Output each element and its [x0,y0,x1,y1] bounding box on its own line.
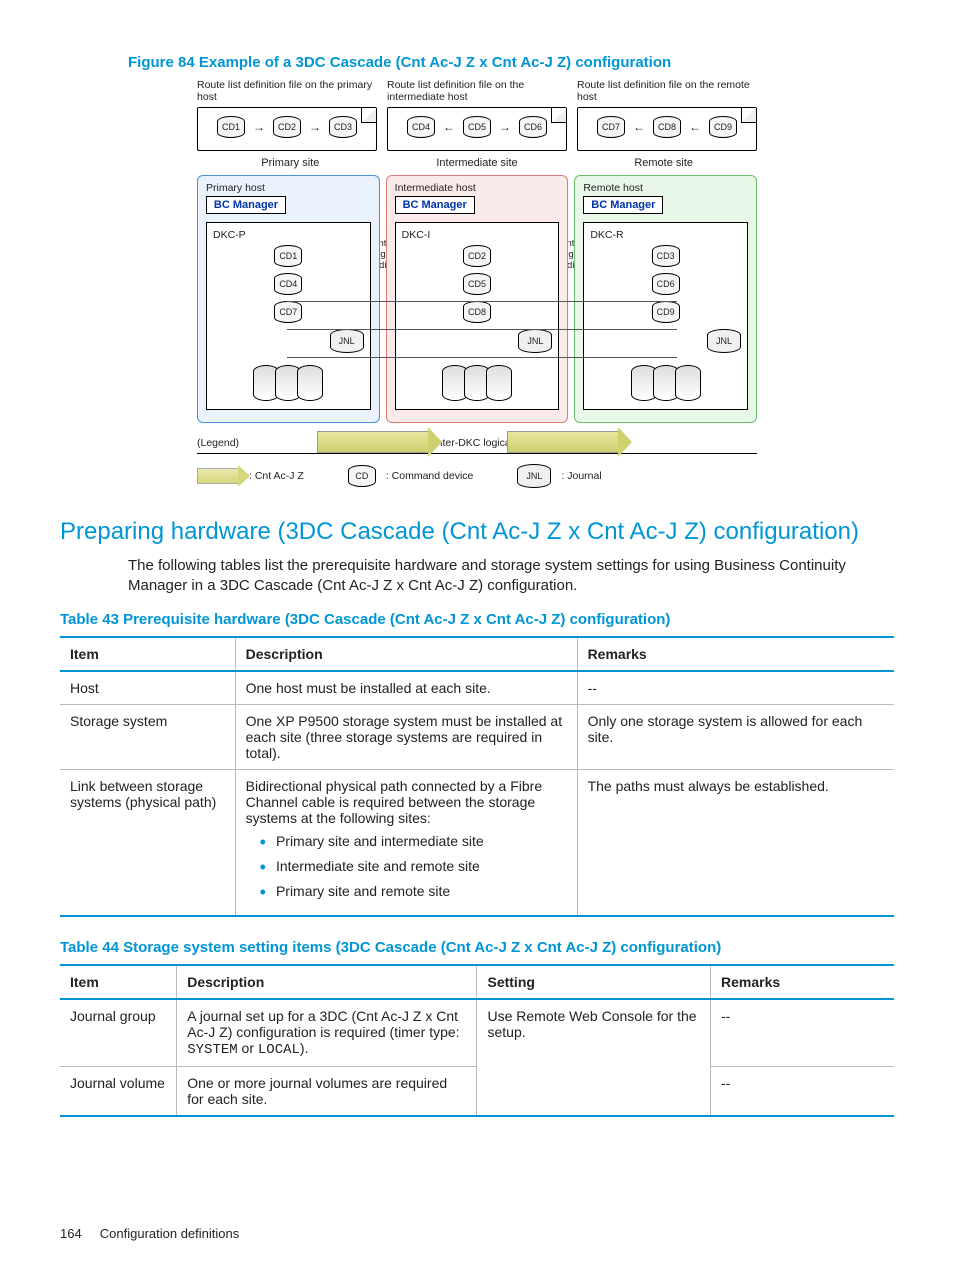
figure-84: Route list definition file on the primar… [60,79,894,488]
arrow-right-icon: → [309,121,321,133]
cnt-acj-z-arrow-icon [507,431,619,453]
route-file-remote: Route list definition file on the remote… [577,79,757,151]
remote-site-box: Remote host BC Manager DKC-R CD3 CD6 CD9… [574,175,757,423]
site-label: Primary site [197,157,384,169]
section-heading: Preparing hardware (3DC Cascade (Cnt Ac-… [60,518,894,546]
intermediate-site-box: Intermediate host BC Manager DKC-I CD2 C… [386,175,569,423]
table-header: Description [177,965,477,999]
storage-cylinder-icon [486,365,512,401]
cd-icon: CD3 [329,116,357,138]
figure-caption: Figure 84 Example of a 3DC Cascade (Cnt … [128,54,894,71]
journal-icon: JNL [518,329,552,353]
arrow-left-icon: ← [443,121,455,133]
arrow-right-icon: → [253,121,265,133]
cd-icon: CD6 [519,116,547,138]
cd-icon: CD9 [652,301,680,323]
cnt-acj-z-arrow-icon [197,468,239,484]
list-item: Intermediate site and remote site [246,857,567,878]
journal-icon: JNL [707,329,741,353]
primary-site-box: Primary host BC Manager DKC-P CD1 CD4 CD… [197,175,380,423]
table-row: Host One host must be installed at each … [60,671,894,705]
bc-manager-box: BC Manager [583,196,663,214]
bc-manager-box: BC Manager [395,196,475,214]
table-row: Link between storage systems (physical p… [60,769,894,916]
journal-icon: JNL [330,329,364,353]
journal-icon: JNL [517,464,551,488]
footer-section: Configuration definitions [100,1226,239,1241]
document-page: Figure 84 Example of a 3DC Cascade (Cnt … [0,0,954,1271]
cd-icon: CD6 [652,273,680,295]
cd-icon: CD2 [273,116,301,138]
storage-cylinder-icon [297,365,323,401]
cd-icon: CD3 [652,245,680,267]
legend-text: : Journal [561,470,601,482]
cd-icon: CD1 [274,245,302,267]
table-43: Item Description Remarks Host One host m… [60,636,894,917]
cd-icon: CD5 [463,273,491,295]
table-header: Remarks [577,637,894,671]
cd-icon: CD7 [274,301,302,323]
cd-icon: CD8 [653,116,681,138]
table-caption: Table 44 Storage system setting items (3… [60,939,894,956]
cd-icon: CD1 [217,116,245,138]
bc-manager-box: BC Manager [206,196,286,214]
storage-cylinder-icon [675,365,701,401]
route-file-primary: Route list definition file on the primar… [197,79,377,151]
table-header: Remarks [711,965,895,999]
list-item: Primary site and remote site [246,882,567,903]
legend-text: : Cnt Ac-J Z [249,470,304,482]
site-label: Intermediate site [384,157,571,169]
arrow-left-icon: ← [633,121,645,133]
route-file-intermediate: Route list definition file on the interm… [387,79,567,151]
table-header: Setting [477,965,711,999]
list-item: Primary site and intermediate site [246,832,567,853]
page-number: 164 [60,1226,82,1241]
table-caption: Table 43 Prerequisite hardware (3DC Casc… [60,611,894,628]
table-header: Item [60,637,235,671]
legend-heading: (Legend) [197,437,239,449]
cd-icon: CD [348,465,376,487]
cd-icon: CD5 [463,116,491,138]
body-paragraph: The following tables list the prerequisi… [128,556,894,597]
cnt-acj-z-arrow-icon [317,431,429,453]
table-header: Description [235,637,577,671]
table-row: Journal group A journal set up for a 3DC… [60,999,894,1067]
arrow-left-icon: ← [689,121,701,133]
cd-icon: CD4 [274,273,302,295]
table-44: Item Description Setting Remarks Journal… [60,964,894,1117]
cd-icon: CD8 [463,301,491,323]
cd-icon: CD4 [407,116,435,138]
table-row: Storage system One XP P9500 storage syst… [60,704,894,769]
cd-icon: CD2 [463,245,491,267]
cd-icon: CD9 [709,116,737,138]
site-label: Remote site [570,157,757,169]
table-header: Item [60,965,177,999]
page-footer: 164 Configuration definitions [60,1226,239,1241]
legend-text: : Command device [386,470,474,482]
arrow-right-icon: → [499,121,511,133]
cd-icon: CD7 [597,116,625,138]
